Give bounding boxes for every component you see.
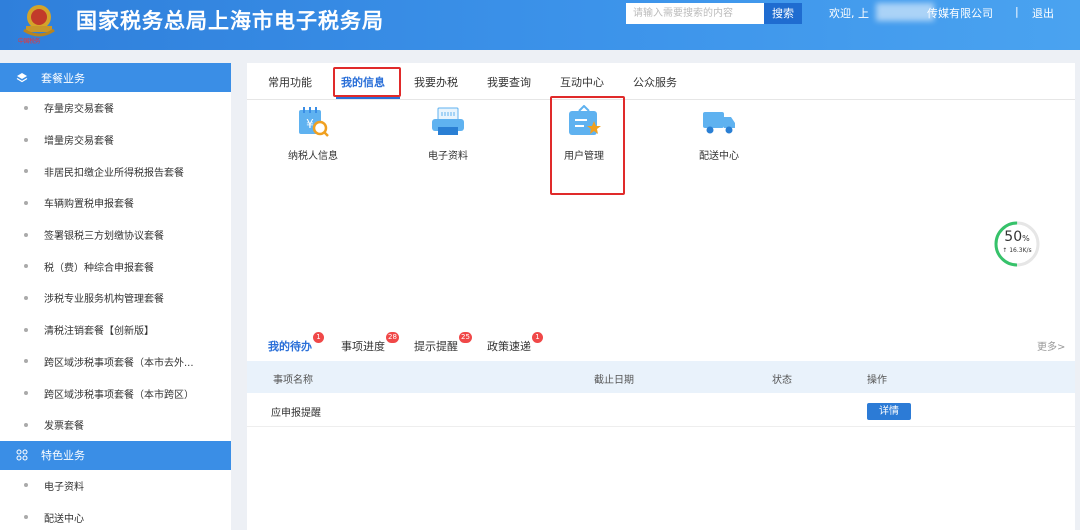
sidebar-item[interactable]: 跨区域涉税事项套餐（本市去外... xyxy=(0,346,231,378)
bullet-icon xyxy=(24,137,28,142)
top-header: 中国税务 国家税务总局上海市电子税务局 请输入需要搜索的内容 搜索 欢迎, 上 传… xyxy=(0,0,1080,50)
site-title: 国家税务总局上海市电子税务局 xyxy=(76,9,384,33)
sidebar-item[interactable]: 车辆购置税申报套餐 xyxy=(0,187,231,219)
sidebar: 套餐业务 存量房交易套餐 增量房交易套餐 非居民扣缴企业所得税报告套餐 车辆购置… xyxy=(0,63,231,530)
service-electronic-docs[interactable]: 电子资料 xyxy=(417,105,479,162)
sidebar-item-label: 涉税专业服务机构管理套餐 xyxy=(44,294,164,306)
bullet-icon xyxy=(24,169,28,174)
column-header: 事项名称 xyxy=(273,375,313,386)
tab-policy[interactable]: 政策速递 xyxy=(487,338,531,354)
progress-speed: ↑ 16.3K/s xyxy=(1002,247,1032,254)
highlight-box xyxy=(550,96,625,195)
column-header: 状态 xyxy=(772,375,792,386)
sidebar-item-label: 电子资料 xyxy=(44,481,84,493)
table-header: 事项名称 截止日期 状态 操作 xyxy=(247,361,1075,393)
sidebar-group-features[interactable]: 特色业务 xyxy=(0,440,231,470)
progress-badge: 28 xyxy=(386,332,399,343)
sidebar-item-label: 发票套餐 xyxy=(44,421,84,433)
service-label: 配送中心 xyxy=(699,151,739,162)
company-name: 传媒有限公司 xyxy=(927,7,993,20)
sidebar-item[interactable]: 税（费）种综合申报套餐 xyxy=(0,250,231,282)
search-button[interactable]: 搜索 xyxy=(764,3,802,24)
column-header: 截止日期 xyxy=(594,375,634,386)
todo-panel: 我的待办 1 事项进度 28 提示提醒 25 政策速递 1 更多> 事项名称 截… xyxy=(247,328,1075,530)
sidebar-item-label: 签署银税三方划缴协议套餐 xyxy=(44,231,164,243)
sidebar-item-label: 跨区域涉税事项套餐（本市跨区） xyxy=(44,389,194,401)
search-input[interactable]: 请输入需要搜索的内容 xyxy=(626,3,764,24)
tab-public-service[interactable]: 公众服务 xyxy=(633,74,677,90)
sidebar-item-label: 车辆购置税申报套餐 xyxy=(44,199,134,211)
detail-button[interactable]: 详情 xyxy=(867,403,911,420)
bullet-icon xyxy=(24,295,28,300)
more-link[interactable]: 更多> xyxy=(1037,338,1065,353)
header-separator: | xyxy=(1015,5,1019,18)
sidebar-group-packages[interactable]: 套餐业务 xyxy=(0,63,231,92)
row-item-name: 应申报提醒 xyxy=(271,408,321,419)
bullet-icon xyxy=(24,327,28,332)
welcome-prefix: 欢迎, 上 xyxy=(829,7,869,20)
sidebar-item-label: 存量房交易套餐 xyxy=(44,104,114,116)
network-speed-widget[interactable]: 50% ↑ 16.3K/s xyxy=(993,220,1041,268)
sidebar-group-label: 套餐业务 xyxy=(41,71,85,85)
todo-badge: 1 xyxy=(313,332,324,343)
tab-my-todo[interactable]: 我的待办 xyxy=(268,338,312,354)
progress-unit: % xyxy=(1022,234,1030,243)
sidebar-item-label: 清税注销套餐【创新版】 xyxy=(44,326,154,338)
redacted-name xyxy=(876,3,934,21)
sidebar-item[interactable]: 清税注销套餐【创新版】 xyxy=(0,314,231,346)
bullet-icon xyxy=(24,264,28,269)
bullet-icon xyxy=(24,200,28,205)
service-delivery-center[interactable]: 配送中心 xyxy=(688,105,750,162)
sidebar-item-label: 配送中心 xyxy=(44,513,84,525)
sidebar-item[interactable]: 电子资料 xyxy=(0,470,231,502)
tab-interaction[interactable]: 互动中心 xyxy=(560,74,604,90)
service-label: 电子资料 xyxy=(428,151,468,162)
bullet-icon xyxy=(24,422,28,427)
bullet-icon xyxy=(24,391,28,396)
tab-common[interactable]: 常用功能 xyxy=(268,74,312,90)
delivery-truck-icon xyxy=(703,112,735,134)
reminders-badge: 25 xyxy=(459,332,472,343)
column-header: 操作 xyxy=(867,375,887,386)
taxpayer-info-icon: ¥ xyxy=(299,107,329,137)
layers-icon xyxy=(16,72,28,82)
table-row: 应申报提醒 详情 xyxy=(247,394,1075,427)
sidebar-item[interactable]: 存量房交易套餐 xyxy=(0,92,231,124)
service-label: 纳税人信息 xyxy=(288,151,338,162)
tab-progress[interactable]: 事项进度 xyxy=(341,338,385,354)
bullet-icon xyxy=(24,105,28,110)
bullet-icon xyxy=(24,483,28,488)
progress-percent: 50 xyxy=(1004,229,1023,245)
policy-badge: 1 xyxy=(532,332,543,343)
active-tab-underline xyxy=(336,97,400,99)
sidebar-item-label: 跨区域涉税事项套餐（本市去外... xyxy=(44,357,194,369)
grid-icon xyxy=(16,449,28,461)
sidebar-item-label: 增量房交易套餐 xyxy=(44,136,114,148)
sidebar-item[interactable]: 涉税专业服务机构管理套餐 xyxy=(0,282,231,314)
tab-tax-handling[interactable]: 我要办税 xyxy=(414,74,458,90)
bullet-icon xyxy=(24,359,28,364)
bullet-icon xyxy=(24,515,28,520)
electronic-docs-icon xyxy=(432,107,464,135)
sidebar-item[interactable]: 非居民扣缴企业所得税报告套餐 xyxy=(0,155,231,187)
sidebar-item-label: 非居民扣缴企业所得税报告套餐 xyxy=(44,167,184,179)
highlight-box xyxy=(333,67,401,97)
service-taxpayer-info[interactable]: ¥ 纳税人信息 xyxy=(282,105,344,162)
my-info-panel: 常用功能 我的信息 我要办税 我要查询 互动中心 公众服务 ¥ 纳税人信息 电子… xyxy=(247,63,1075,340)
tab-query[interactable]: 我要查询 xyxy=(487,74,531,90)
sidebar-group-label: 特色业务 xyxy=(41,449,85,463)
emblem-caption: 中国税务 xyxy=(18,38,41,45)
logout-link[interactable]: 退出 xyxy=(1032,5,1054,21)
tab-reminders[interactable]: 提示提醒 xyxy=(414,338,458,354)
sidebar-item[interactable]: 跨区域涉税事项套餐（本市跨区） xyxy=(0,377,231,409)
sidebar-item-label: 税（费）种综合申报套餐 xyxy=(44,262,154,274)
bullet-icon xyxy=(24,232,28,237)
sidebar-item[interactable]: 增量房交易套餐 xyxy=(0,124,231,156)
sidebar-item[interactable]: 签署银税三方划缴协议套餐 xyxy=(0,219,231,251)
sidebar-item[interactable]: 发票套餐 xyxy=(0,409,231,441)
sidebar-item[interactable]: 配送中心 xyxy=(0,501,231,530)
